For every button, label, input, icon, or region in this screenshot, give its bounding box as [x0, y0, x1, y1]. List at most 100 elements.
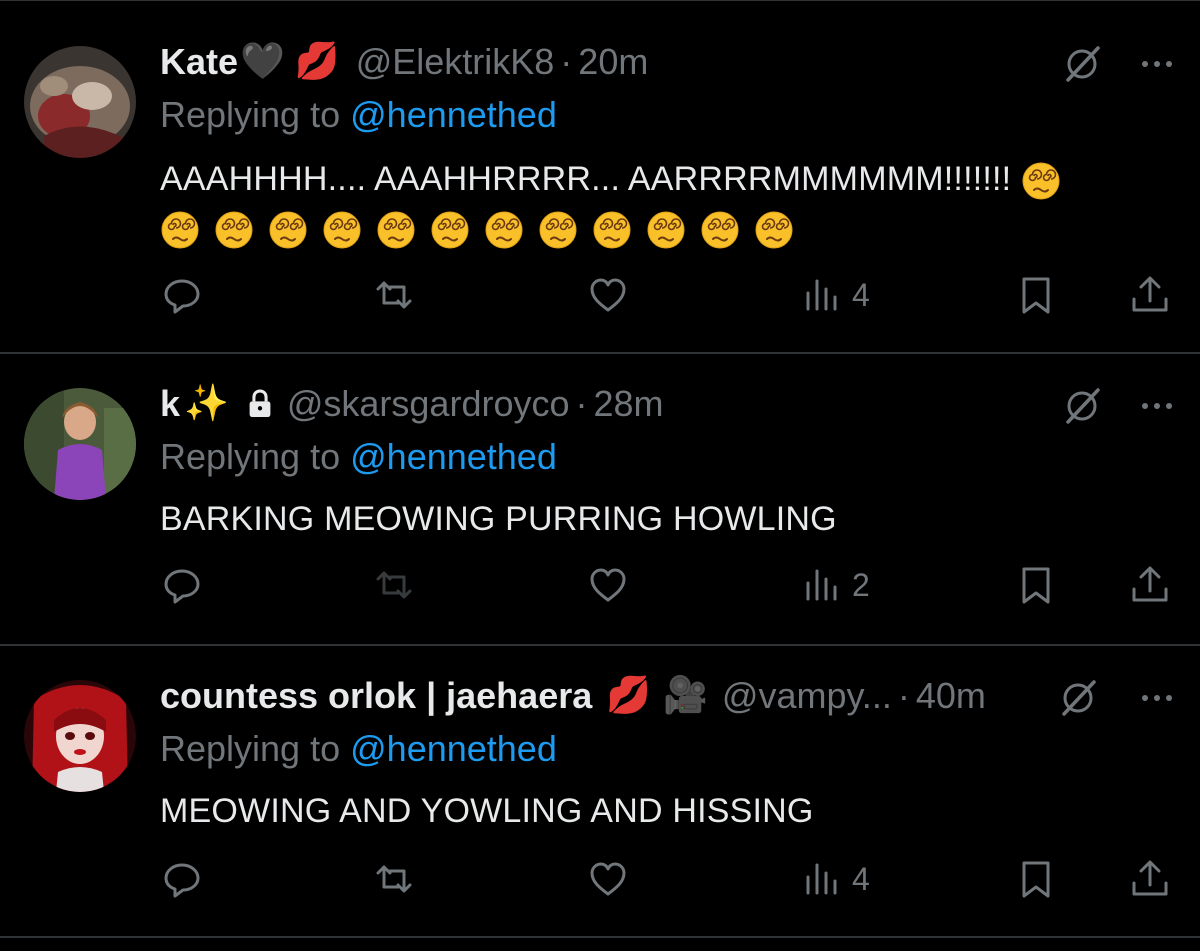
- replying-prefix: Replying to: [160, 728, 341, 769]
- separator: ·: [560, 41, 573, 82]
- grok-icon[interactable]: [1056, 676, 1100, 720]
- movie-camera-emoji: 🎥: [663, 675, 708, 716]
- mention-link[interactable]: @hennethed: [350, 436, 557, 477]
- grok-icon[interactable]: [1060, 42, 1104, 86]
- views-icon: [806, 569, 837, 601]
- tweet-text: BARKING MEOWING PURRING HOWLING: [160, 500, 837, 538]
- display-name[interactable]: k: [160, 383, 180, 425]
- avatar-kate-image: [24, 46, 136, 158]
- face-with-spiral-eyes-emoji: [592, 210, 632, 250]
- retweet-button[interactable]: [372, 560, 416, 610]
- tweet-text: MEOWING AND YOWLING AND HISSING: [160, 792, 814, 830]
- lock-icon: [249, 389, 271, 417]
- more-icon[interactable]: [1135, 384, 1179, 428]
- face-with-spiral-eyes-emoji: [700, 210, 740, 250]
- face-with-spiral-eyes-emoji: [754, 210, 794, 250]
- replying-prefix: Replying to: [160, 436, 341, 477]
- retweet-icon: [376, 571, 412, 599]
- face-with-spiral-eyes-emoji: [484, 210, 524, 250]
- emoji-row: [160, 210, 794, 250]
- share-icon: [1132, 860, 1168, 896]
- separator: ·: [897, 675, 910, 716]
- tweet[interactable]: countess orlok | jaehaera 💋 🎥 @vampy... …: [0, 646, 1200, 938]
- timestamp[interactable]: 28m: [594, 383, 664, 425]
- face-with-spiral-eyes-emoji: [214, 210, 254, 250]
- grok-icon[interactable]: [1060, 384, 1104, 428]
- like-icon: [590, 862, 626, 896]
- bookmark-icon: [1022, 567, 1050, 604]
- views-button[interactable]: 4: [800, 270, 870, 320]
- retweet-button[interactable]: [372, 854, 416, 904]
- views-count: 2: [852, 566, 870, 603]
- share-icon: [1132, 566, 1168, 602]
- avatar[interactable]: [24, 388, 136, 500]
- action-bar: 2: [160, 560, 1180, 610]
- share-icon: [1132, 276, 1168, 312]
- tweet-text: AAAHHHH.... AAAHHRRRR... AARRRRMMMMMM!!!…: [160, 160, 1061, 201]
- avatar[interactable]: [24, 46, 136, 158]
- retweet-icon: [376, 281, 412, 309]
- like-icon: [590, 568, 626, 602]
- face-with-spiral-eyes-emoji: [322, 210, 362, 250]
- reply-icon: [164, 863, 200, 898]
- handle[interactable]: @vampy...: [722, 675, 892, 717]
- tweet-text-content: AAAHHHH.... AAAHHRRRR... AARRRRMMMMMM!!!…: [160, 160, 1012, 198]
- share-button[interactable]: [1128, 270, 1172, 320]
- black-heart-emoji: 🖤: [240, 41, 285, 82]
- retweet-button[interactable]: [372, 270, 416, 320]
- mention-link[interactable]: @hennethed: [350, 94, 557, 135]
- share-button[interactable]: [1128, 560, 1172, 610]
- like-button[interactable]: [586, 854, 630, 904]
- views-icon: [806, 279, 837, 311]
- replying-to: Replying to @hennethed: [160, 436, 557, 478]
- tweet[interactable]: k ✨ @skarsgardroyco · 28m Replying to @h…: [0, 354, 1200, 646]
- reply-icon: [164, 569, 200, 604]
- views-button[interactable]: 2: [800, 560, 870, 610]
- face-with-spiral-eyes-emoji: [646, 210, 686, 250]
- retweet-icon: [376, 865, 412, 893]
- avatar[interactable]: [24, 680, 136, 792]
- reply-button[interactable]: [160, 560, 204, 610]
- face-with-spiral-eyes-emoji: [538, 210, 578, 250]
- action-bar: 4: [160, 854, 1180, 904]
- replying-prefix: Replying to: [160, 94, 341, 135]
- views-count: 4: [852, 860, 870, 897]
- separator: ·: [575, 383, 588, 424]
- bookmark-button[interactable]: [1014, 270, 1058, 320]
- handle[interactable]: @skarsgardroyco: [287, 383, 570, 425]
- handle[interactable]: @ElektrikK8: [356, 41, 555, 83]
- face-with-spiral-eyes-emoji: [160, 210, 200, 250]
- tweet-header: k ✨ @skarsgardroyco · 28m: [160, 380, 664, 428]
- reply-button[interactable]: [160, 270, 204, 320]
- share-button[interactable]: [1128, 854, 1172, 904]
- avatar-countess-image: [24, 680, 136, 792]
- avatar-k-image: [24, 388, 136, 500]
- timestamp[interactable]: 20m: [578, 41, 648, 83]
- face-with-spiral-eyes-emoji: [268, 210, 308, 250]
- tweet[interactable]: Kate 🖤 💋 @ElektrikK8 · 20m Replying to @…: [0, 0, 1200, 354]
- tweet-header: countess orlok | jaehaera 💋 🎥 @vampy... …: [160, 672, 986, 720]
- bookmark-icon: [1022, 861, 1050, 898]
- views-icon: [806, 863, 837, 895]
- display-name[interactable]: countess orlok | jaehaera: [160, 675, 592, 717]
- views-count: 4: [852, 276, 870, 313]
- more-icon[interactable]: [1135, 676, 1179, 720]
- mention-link[interactable]: @hennethed: [350, 728, 557, 769]
- sparkles-emoji: ✨: [184, 383, 229, 424]
- views-button[interactable]: 4: [800, 854, 870, 904]
- like-button[interactable]: [586, 270, 630, 320]
- timestamp[interactable]: 40m: [916, 675, 986, 717]
- face-with-spiral-eyes-emoji: [376, 210, 416, 250]
- replying-to: Replying to @hennethed: [160, 728, 557, 770]
- reply-button[interactable]: [160, 854, 204, 904]
- face-with-spiral-eyes-emoji: [430, 210, 470, 250]
- like-icon: [590, 278, 626, 312]
- bookmark-icon: [1022, 277, 1050, 314]
- more-icon[interactable]: [1135, 42, 1179, 86]
- bookmark-button[interactable]: [1014, 854, 1058, 904]
- kiss-mark-emoji: 💋: [294, 41, 340, 82]
- like-button[interactable]: [586, 560, 630, 610]
- bookmark-button[interactable]: [1014, 560, 1058, 610]
- face-with-spiral-eyes-emoji: [1021, 161, 1061, 201]
- display-name[interactable]: Kate: [160, 41, 238, 83]
